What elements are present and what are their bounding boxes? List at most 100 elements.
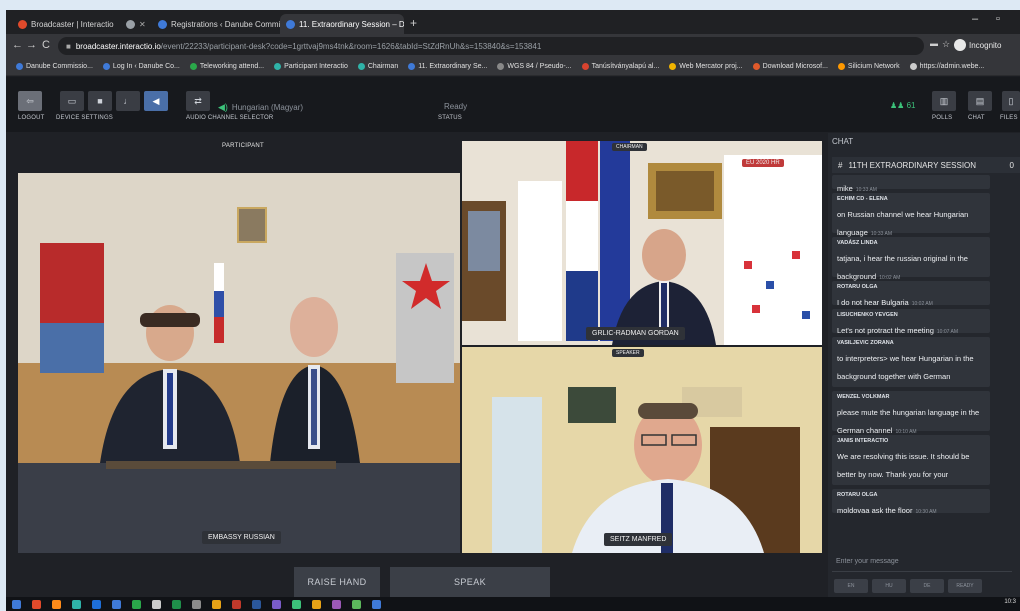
danube-favicon-icon	[158, 19, 167, 29]
chat-message-text: tatjana, i hear the russian original in …	[837, 254, 968, 281]
tab-registrations[interactable]: Registrations ‹ Danube Commiss ✕	[152, 14, 280, 34]
taskbar-app-icon[interactable]	[252, 599, 261, 609]
bookmark-favicon-icon	[909, 63, 917, 70]
bookmark-favicon-icon	[274, 63, 282, 70]
bookmark-item[interactable]: Participant Interactio	[274, 63, 348, 70]
raise-hand-button[interactable]: RAISE HAND	[294, 567, 380, 597]
taskbar-app-icon[interactable]	[52, 599, 61, 609]
bookmark-item[interactable]: Silicium Network	[837, 63, 900, 70]
reload-icon[interactable]: C	[42, 39, 50, 51]
bookmark-item[interactable]: WGS 84 / Pseudo-...	[497, 63, 572, 70]
chat-button[interactable]: ▤	[968, 91, 992, 111]
microphone-button[interactable]: ♩	[116, 91, 140, 111]
channel-toggle-button[interactable]: ⇄	[186, 91, 210, 111]
status-value: Ready	[444, 102, 468, 111]
bookmark-item[interactable]: https://admin.webe...	[909, 63, 984, 70]
bookmark-item[interactable]: Log In ‹ Danube Co...	[102, 63, 180, 70]
chat-message: ROTARU OLGA moldovaa ask the floor 10:30 A…	[832, 489, 990, 515]
logout-button[interactable]: ⇦	[18, 91, 42, 111]
video-area: PARTICIPANT EMBASSY RUSSIAN EU 2020 HR C…	[6, 133, 828, 553]
minimize-icon[interactable]: –	[972, 13, 978, 25]
back-arrow-icon[interactable]: ←	[12, 39, 23, 51]
tab-blank[interactable]: ✕	[120, 14, 150, 34]
chat-message-time: 10:30 AM	[915, 509, 937, 515]
tab-broadcaster[interactable]: Broadcaster | Interactio	[12, 14, 120, 34]
microphone-icon: ♩	[123, 96, 133, 106]
taskbar-app-icon[interactable]	[192, 599, 201, 609]
chat-message-author: ROTARU OLGA	[837, 492, 878, 498]
taskbar-app-icon[interactable]	[72, 599, 81, 609]
chat-lang-button-de[interactable]: DE	[910, 579, 944, 593]
bookmark-star-icon[interactable]: ☆	[942, 39, 950, 50]
taskbar-app-icon[interactable]	[312, 599, 321, 609]
audio-channel-select[interactable]: ◀) Hungarian (Magyar)	[218, 102, 303, 113]
taskbar-app-icon[interactable]	[92, 599, 101, 609]
polls-button[interactable]: ▥	[932, 91, 956, 111]
logout-label: LOGOUT	[18, 115, 45, 121]
taskbar-app-icon[interactable]	[172, 599, 181, 609]
taskbar-app-icon[interactable]	[12, 599, 21, 609]
speaker-icon: ◀	[152, 95, 160, 106]
bookmark-item[interactable]: 11. Extraordinary Se...	[408, 63, 487, 70]
chat-panel: CHAT # 11TH EXTRAORDINARY SESSION 0 mike…	[828, 133, 1020, 597]
speak-button[interactable]: SPEAK	[390, 567, 550, 597]
files-button[interactable]: ▯	[1002, 91, 1020, 111]
taskbar-app-icon[interactable]	[132, 599, 141, 609]
polls-icon: ▥	[939, 95, 949, 106]
bookmark-favicon-icon	[16, 63, 23, 70]
taskbar-app-icon[interactable]	[272, 599, 281, 609]
chat-session-header[interactable]: # 11TH EXTRAORDINARY SESSION 0	[832, 157, 1020, 173]
app-toolbar: ⇦ ▭ ■ ♩ ◀ ⇄ ◀) Hungarian (Magyar) Ready …	[6, 77, 1020, 132]
chat-message-input[interactable]: Enter your message	[832, 558, 1012, 572]
camera-blocked-icon[interactable]: ▬	[930, 39, 938, 48]
maximize-icon[interactable]: ▫	[996, 13, 1000, 25]
participant-label: PARTICIPANT	[222, 143, 264, 149]
taskbar-app-icon[interactable]	[212, 599, 221, 609]
interactio-app: ⇦ ▭ ■ ♩ ◀ ⇄ ◀) Hungarian (Magyar) Ready …	[6, 77, 1020, 597]
tab-extraordinary-session[interactable]: 11. Extraordinary Session – Danu ✕	[280, 14, 404, 34]
chat-message: mike 10:33 AM	[832, 175, 990, 193]
bookmark-favicon-icon	[837, 63, 845, 70]
taskbar-app-icon[interactable]	[152, 599, 161, 609]
chat-message-author: JANIS INTERACTIO	[837, 438, 889, 444]
speaker-button[interactable]: ◀	[144, 91, 168, 111]
bookmark-item[interactable]: Chairman	[357, 63, 398, 70]
bookmark-favicon-icon	[752, 63, 760, 70]
incognito-indicator[interactable]: Incognito	[954, 39, 1001, 51]
new-tab-icon[interactable]: +	[410, 16, 417, 30]
speaker-video[interactable]: SPEAKER SEITZ MANFRED	[462, 347, 822, 553]
bookmark-favicon-icon	[497, 63, 505, 70]
camera-button[interactable]: ■	[88, 91, 112, 111]
browser-tab-strip: Broadcaster | Interactio ✕ Registrations…	[6, 10, 1020, 34]
bookmark-item[interactable]: Download Microsof...	[752, 63, 828, 70]
taskbar-app-icon[interactable]	[292, 599, 301, 609]
taskbar-app-icon[interactable]	[112, 599, 121, 609]
taskbar-app-icon[interactable]	[372, 599, 381, 609]
chat-message-time: 10:07 AM	[936, 329, 959, 335]
taskbar-app-icon[interactable]	[352, 599, 361, 609]
device-settings-button[interactable]: ▭	[60, 91, 84, 111]
taskbar-clock: 10:3	[1004, 599, 1016, 605]
chat-ready-button[interactable]: READY	[948, 579, 982, 593]
bookmark-item[interactable]: Web Mercator proj...	[669, 63, 743, 70]
forward-arrow-icon[interactable]: →	[26, 39, 37, 51]
chat-message-text: moldovaa ask the floor	[837, 506, 913, 515]
chat-title: CHAT	[832, 137, 854, 146]
chat-lang-button-en[interactable]: EN	[834, 579, 868, 593]
chat-message: VADÁSZ LINDA tatjana, i hear the russian …	[832, 237, 990, 281]
chat-icon: ▤	[975, 95, 985, 106]
close-tab-icon[interactable]: ✕	[139, 20, 146, 29]
bookmark-item[interactable]: Tanúsítványalapú al...	[581, 63, 659, 70]
chat-lang-button-hu[interactable]: HU	[872, 579, 906, 593]
bookmark-item[interactable]: Teleworking attend...	[189, 63, 264, 70]
bookmark-item[interactable]: Danube Commissio...	[16, 63, 93, 70]
address-bar[interactable]: ■ broadcaster.interactio.io /event/22233…	[58, 37, 924, 55]
speaker-label: SPEAKER	[612, 349, 644, 357]
taskbar-app-icon[interactable]	[332, 599, 341, 609]
participant-video[interactable]: EMBASSY RUSSIAN	[18, 173, 460, 553]
chairman-video[interactable]: EU 2020 HR CHAIRMAN GRLIC-RADMAN GORDAN	[462, 141, 822, 345]
taskbar-app-icon[interactable]	[232, 599, 241, 609]
taskbar-app-icon[interactable]	[32, 599, 41, 609]
speaker-name-tag: SEITZ MANFRED	[604, 533, 673, 546]
chat-message-author: VASILJEVIC ZORANA	[837, 340, 894, 346]
